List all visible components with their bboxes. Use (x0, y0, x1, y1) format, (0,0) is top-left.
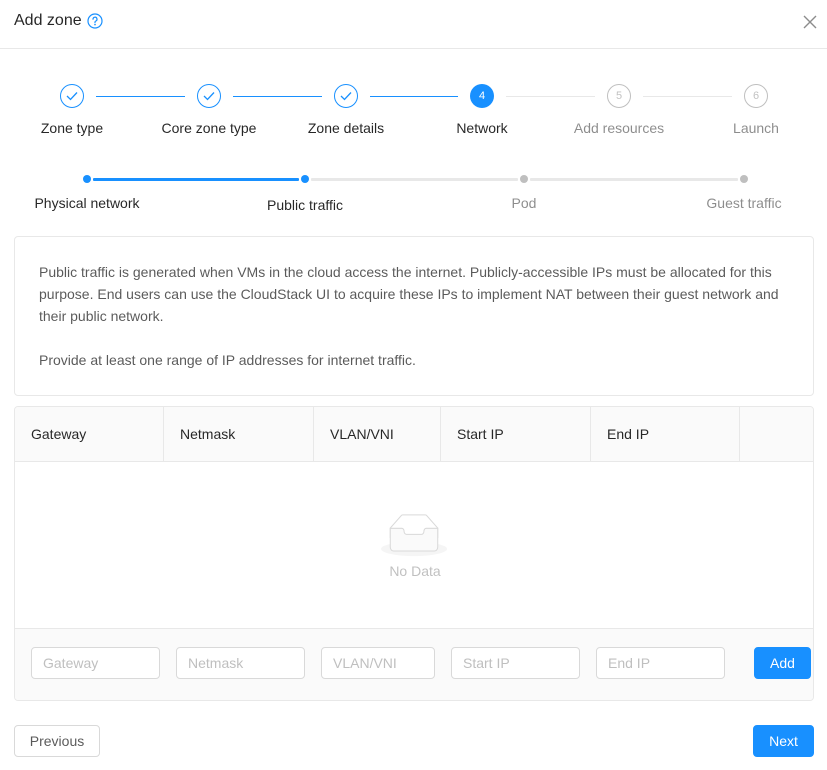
step-label: Network (456, 120, 508, 136)
step-number: 6 (744, 84, 768, 108)
step-label: Launch (733, 120, 779, 136)
step-zone-type: Zone type (2, 84, 142, 144)
sub-step-connector (93, 178, 299, 181)
column-actions (740, 407, 813, 462)
column-gateway: Gateway (15, 407, 164, 462)
close-icon[interactable] (802, 14, 818, 30)
description-paragraph: Provide at least one range of IP address… (39, 352, 416, 368)
end-ip-input[interactable] (596, 647, 725, 679)
step-label: Zone type (40, 120, 104, 136)
description-box: Public traffic is generated when VMs in … (14, 236, 814, 396)
sub-step-dot (520, 175, 528, 183)
empty-text: No Data (389, 563, 441, 579)
table-empty: No Data (15, 463, 813, 629)
next-button[interactable]: Next (753, 725, 814, 757)
sub-step-dot (301, 175, 309, 183)
empty-inbox-icon (381, 514, 447, 557)
previous-button[interactable]: Previous (14, 725, 100, 757)
question-circle-icon[interactable] (87, 13, 103, 29)
gateway-input[interactable] (31, 647, 160, 679)
step-number: 4 (470, 84, 494, 108)
step-network: 4 Network (412, 84, 552, 144)
sub-step-physical-network: Physical network (34, 195, 140, 211)
step-number: 5 (607, 84, 631, 108)
table-header: Gateway Netmask VLAN/VNI Start IP End IP (15, 407, 813, 462)
netmask-input[interactable] (176, 647, 305, 679)
sub-step-dot (740, 175, 748, 183)
description-paragraph: Public traffic is generated when VMs in … (39, 264, 779, 324)
check-icon (334, 84, 358, 108)
sub-step-pod: Pod (511, 195, 537, 211)
vlan-input[interactable] (321, 647, 435, 679)
step-core-zone-type: Core zone type (139, 84, 279, 144)
step-label: Add resources (573, 120, 665, 136)
check-icon (197, 84, 221, 108)
step-label: Core zone type (161, 120, 257, 136)
step-label: Zone details (307, 120, 385, 136)
sub-step-dot (83, 175, 91, 183)
dialog-header: Add zone (0, 0, 827, 49)
column-end-ip: End IP (591, 407, 740, 462)
column-vlan: VLAN/VNI (314, 407, 441, 462)
start-ip-input[interactable] (451, 647, 580, 679)
check-icon (60, 84, 84, 108)
sub-step-guest-traffic: Guest traffic (706, 195, 782, 211)
step-zone-details: Zone details (276, 84, 416, 144)
sub-step-connector (530, 178, 738, 181)
step-launch: 6 Launch (686, 84, 826, 144)
column-start-ip: Start IP (441, 407, 591, 462)
sub-step-public-traffic: Public traffic (267, 197, 343, 213)
ip-range-table: Gateway Netmask VLAN/VNI Start IP End IP… (14, 406, 814, 701)
add-range-row: Add (15, 629, 813, 700)
sub-step-connector (311, 178, 518, 181)
column-netmask: Netmask (164, 407, 314, 462)
add-button[interactable]: Add (754, 647, 811, 679)
step-add-resources: 5 Add resources (549, 84, 689, 144)
dialog-title: Add zone (14, 12, 82, 29)
